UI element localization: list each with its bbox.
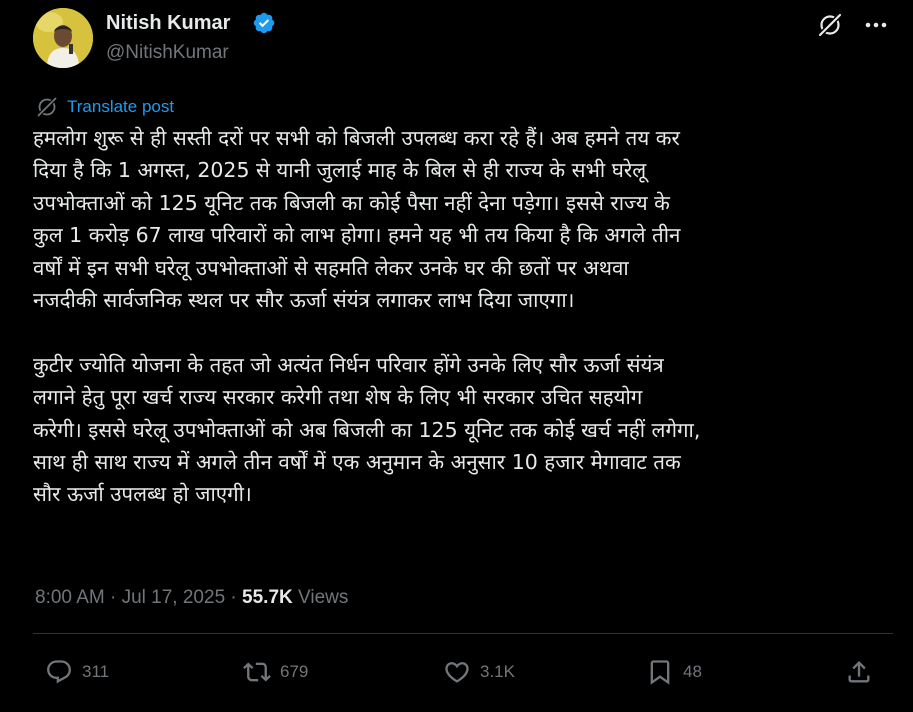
share-icon — [848, 661, 870, 683]
repost-icon — [243, 662, 271, 682]
translate-icon — [37, 97, 57, 117]
post-paragraph: हमलोग शुरू से ही सस्ती दरों पर सभी को बि… — [33, 126, 681, 313]
reply-count: 311 — [82, 662, 110, 681]
display-name[interactable]: Nitish Kumar — [106, 11, 230, 35]
avatar[interactable] — [33, 8, 93, 68]
divider — [33, 633, 893, 634]
repost-button[interactable]: 679 — [243, 658, 308, 686]
bookmark-button[interactable]: 48 — [646, 658, 702, 686]
like-count: 3.1K — [480, 662, 515, 681]
more-button[interactable] — [859, 8, 893, 42]
grok-button[interactable] — [813, 8, 847, 42]
like-button[interactable]: 3.1K — [443, 658, 515, 686]
more-icon — [865, 22, 887, 28]
meta-separator: · — [225, 587, 243, 608]
post-meta: 8:00 AM · Jul 17, 2025 · 55.7K Views — [35, 586, 348, 610]
tweet-detail: Nitish Kumar @NitishKumar Translate post — [0, 0, 913, 712]
like-icon — [445, 662, 469, 683]
bookmark-count: 48 — [683, 662, 702, 681]
post-paragraph: कुटीर ज्योति योजना के तहत जो अत्यंत निर्… — [33, 352, 701, 507]
verified-badge-icon[interactable] — [252, 11, 276, 35]
repost-count: 679 — [280, 662, 309, 681]
handle[interactable]: @NitishKumar — [106, 41, 229, 65]
reply-button[interactable]: 311 — [45, 658, 109, 686]
translate-label: Translate post — [67, 97, 175, 116]
meta-separator: · — [104, 587, 122, 608]
post-text: हमलोग शुरू से ही सस्ती दरों पर सभी को बि… — [33, 122, 883, 511]
share-button[interactable] — [845, 658, 873, 686]
views-count[interactable]: 55.7K — [242, 587, 293, 608]
post-time[interactable]: 8:00 AM — [35, 587, 105, 608]
translate-post-button[interactable]: Translate post — [36, 96, 174, 118]
bookmark-icon — [650, 660, 670, 685]
post-date[interactable]: Jul 17, 2025 — [122, 587, 226, 608]
grok-icon — [818, 13, 842, 37]
reply-icon — [47, 660, 71, 684]
views-label: Views — [292, 587, 349, 608]
